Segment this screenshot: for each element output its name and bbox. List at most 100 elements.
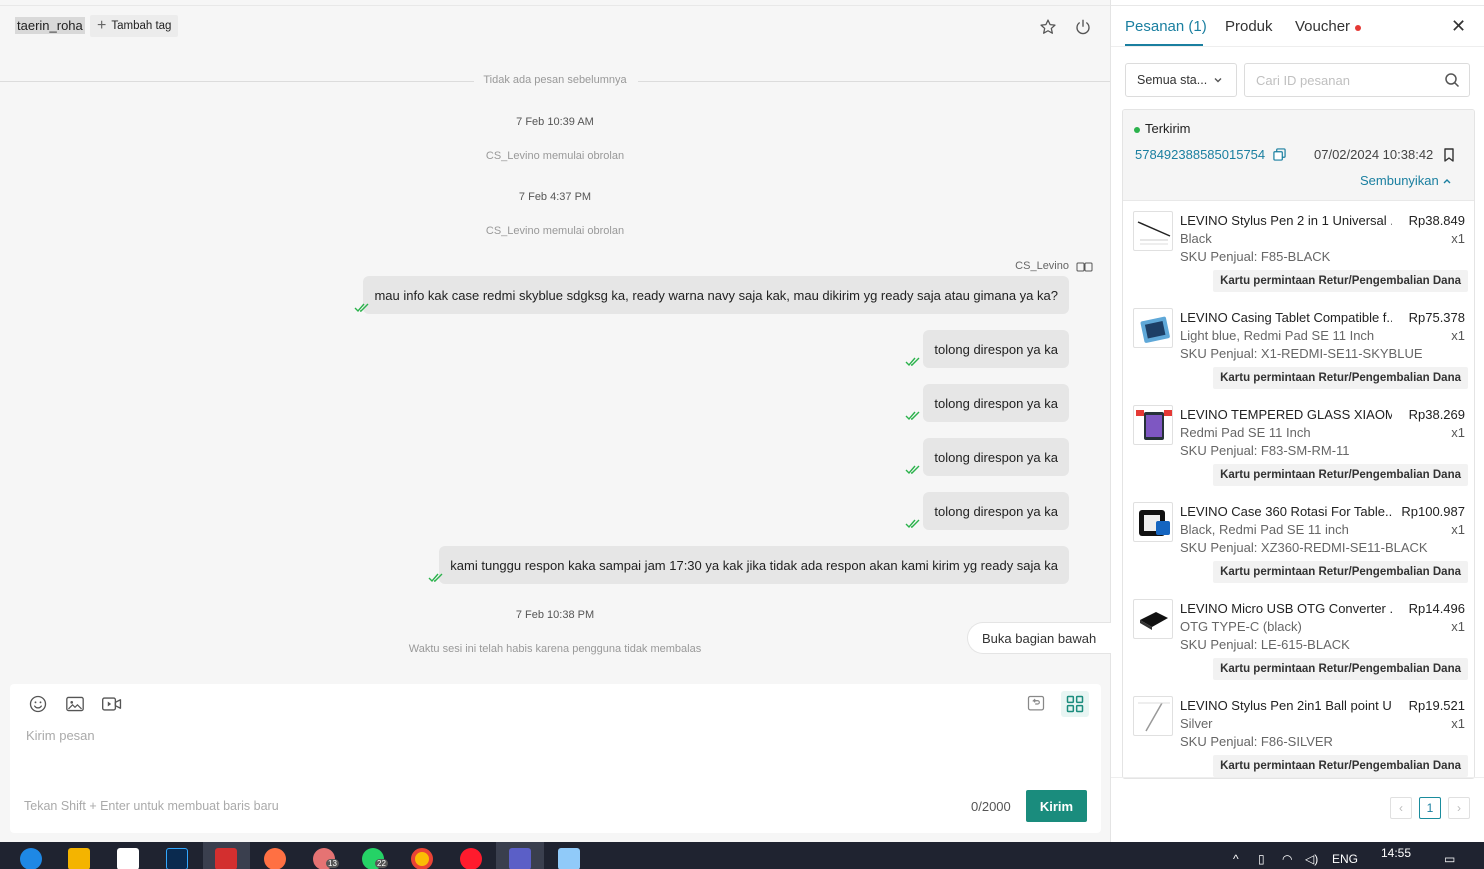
- chat-header: taerin_roha + Tambah tag: [0, 6, 1110, 48]
- product-variant: Black, Redmi Pad SE 11 inch: [1180, 522, 1349, 537]
- message-input[interactable]: Kirim pesan: [26, 728, 95, 743]
- opera-icon[interactable]: [460, 848, 482, 869]
- status-filter-value: Semua sta...: [1137, 73, 1208, 87]
- chrome-icon[interactable]: [411, 848, 433, 869]
- message-bubble: mau info kak case redmi skyblue sdgksg k…: [363, 276, 1069, 314]
- product-variant: Light blue, Redmi Pad SE 11 Inch: [1180, 328, 1375, 343]
- notification-badge: 13: [326, 859, 339, 868]
- search-icon[interactable]: [1444, 72, 1460, 88]
- order-header: Terkirim 578492388585015754 07/02/2024 1…: [1123, 110, 1474, 201]
- order-item[interactable]: LEVINO Casing Tablet Compatible f... Rp7…: [1123, 308, 1474, 405]
- firefox-icon[interactable]: [264, 848, 286, 869]
- status-filter-select[interactable]: Semua sta...: [1125, 63, 1237, 97]
- device-icon[interactable]: ▯: [1258, 852, 1265, 866]
- next-page-button[interactable]: ›: [1448, 797, 1470, 819]
- tab-products[interactable]: Produk: [1225, 18, 1273, 35]
- order-item[interactable]: LEVINO Micro USB OTG Converter ... Rp14.…: [1123, 599, 1474, 696]
- message-composer: Kirim pesan Tekan Shift + Enter untuk me…: [10, 684, 1101, 833]
- message-bubble: tolong direspon ya ka: [923, 384, 1069, 422]
- store-icon[interactable]: [117, 848, 139, 869]
- wifi-icon[interactable]: ◠: [1282, 852, 1292, 866]
- product-variant: Black: [1180, 231, 1212, 246]
- product-price: Rp14.496: [1408, 601, 1465, 616]
- video-icon[interactable]: [100, 693, 124, 715]
- send-button[interactable]: Kirim: [1026, 790, 1087, 822]
- order-status: Terkirim: [1145, 121, 1191, 136]
- product-quantity: x1: [1451, 425, 1465, 440]
- power-icon[interactable]: [1073, 17, 1093, 37]
- timestamp: 7 Feb 4:37 PM: [518, 191, 592, 203]
- read-check-icon: [905, 465, 920, 475]
- product-sku: SKU Penjual: LE-615-BLACK: [1180, 637, 1350, 652]
- product-price: Rp100.987: [1401, 504, 1465, 519]
- product-thumbnail: [1133, 308, 1173, 348]
- file-explorer-icon[interactable]: [68, 848, 90, 869]
- hide-details-link[interactable]: Sembunyikan: [1360, 173, 1452, 188]
- language-indicator[interactable]: ENG: [1332, 852, 1358, 866]
- app-icon[interactable]: [558, 848, 580, 869]
- product-price: Rp38.269: [1408, 407, 1465, 422]
- order-item[interactable]: LEVINO Case 360 Rotasi For Table... Rp10…: [1123, 502, 1474, 599]
- product-thumbnail: [1133, 405, 1173, 445]
- product-name: LEVINO Case 360 Rotasi For Table...: [1180, 504, 1392, 519]
- product-sku: SKU Penjual: X1-REDMI-SE11-SKYBLUE: [1180, 346, 1423, 361]
- voucher-notification-dot: [1355, 25, 1361, 31]
- close-icon[interactable]: ✕: [1451, 16, 1466, 37]
- photoshop-icon[interactable]: [166, 848, 188, 869]
- return-request-button[interactable]: Kartu permintaan Retur/Pengembalian Dana: [1213, 270, 1468, 292]
- return-request-button[interactable]: Kartu permintaan Retur/Pengembalian Dana: [1213, 561, 1468, 583]
- quick-reply-icon[interactable]: [1024, 693, 1048, 715]
- return-request-button[interactable]: Kartu permintaan Retur/Pengembalian Dana: [1213, 464, 1468, 486]
- order-search-placeholder: Cari ID pesanan: [1256, 72, 1350, 88]
- order-item[interactable]: LEVINO Stylus Pen 2in1 Ball point U... R…: [1123, 696, 1474, 778]
- order-item[interactable]: LEVINO TEMPERED GLASS XIAOMI... Rp38.269…: [1123, 405, 1474, 502]
- status-dot: [1134, 127, 1140, 133]
- product-name: LEVINO TEMPERED GLASS XIAOMI...: [1180, 407, 1392, 422]
- notification-icon[interactable]: ▭: [1444, 852, 1455, 866]
- edge-icon[interactable]: [20, 848, 42, 869]
- read-check-icon: [905, 519, 920, 529]
- order-card: Terkirim 578492388585015754 07/02/2024 1…: [1122, 109, 1475, 779]
- volume-icon[interactable]: ◁): [1305, 852, 1318, 866]
- order-item[interactable]: LEVINO Stylus Pen 2 in 1 Universal ... R…: [1123, 211, 1474, 308]
- order-search-input[interactable]: Cari ID pesanan: [1244, 63, 1470, 97]
- bookmark-icon[interactable]: [1443, 148, 1455, 162]
- add-tag-button[interactable]: + Tambah tag: [90, 15, 179, 37]
- clock[interactable]: 14:55: [1381, 846, 1411, 860]
- grid-apps-icon[interactable]: [1061, 691, 1089, 717]
- star-icon[interactable]: [1038, 17, 1058, 37]
- copy-icon[interactable]: [1273, 148, 1286, 161]
- product-variant: Silver: [1180, 716, 1213, 731]
- order-id[interactable]: 578492388585015754: [1135, 147, 1265, 162]
- emoji-icon[interactable]: [26, 693, 50, 715]
- system-event: CS_Levino memulai obrolan: [485, 225, 625, 237]
- pdf-reader-icon[interactable]: [215, 848, 237, 869]
- product-quantity: x1: [1451, 716, 1465, 731]
- return-request-button[interactable]: Kartu permintaan Retur/Pengembalian Dana: [1213, 367, 1468, 389]
- tab-vouchers[interactable]: Voucher: [1295, 18, 1350, 35]
- order-date: 07/02/2024 10:38:42: [1314, 147, 1434, 162]
- image-icon[interactable]: [63, 693, 87, 715]
- tab-orders[interactable]: Pesanan (1): [1125, 18, 1207, 35]
- message-bubble: kami tunggu respon kaka sampai jam 17:30…: [439, 546, 1069, 584]
- plus-icon: +: [97, 17, 107, 34]
- return-request-button[interactable]: Kartu permintaan Retur/Pengembalian Dana: [1213, 755, 1468, 777]
- order-panel: Pesanan (1) Produk Voucher ✕ Semua sta..…: [1111, 0, 1484, 842]
- current-page[interactable]: 1: [1419, 797, 1441, 819]
- app-window: taerin_roha + Tambah tag Tidak ada pesan…: [0, 0, 1484, 869]
- prev-page-button[interactable]: ‹: [1390, 797, 1412, 819]
- product-name: LEVINO Casing Tablet Compatible f...: [1180, 310, 1392, 325]
- system-event: CS_Levino memulai obrolan: [485, 150, 625, 162]
- add-tag-label: Tambah tag: [111, 20, 172, 32]
- chat-username[interactable]: taerin_roha: [15, 17, 85, 34]
- chevron-up-icon[interactable]: ^: [1233, 852, 1239, 866]
- teams-icon[interactable]: [509, 848, 531, 869]
- jump-to-bottom-button[interactable]: Buka bagian bawah: [967, 622, 1111, 654]
- chat-panel: taerin_roha + Tambah tag Tidak ada pesan…: [0, 0, 1111, 842]
- session-expired-note: Waktu sesi ini telah habis karena penggu…: [408, 643, 702, 655]
- notification-badge: 22: [375, 859, 388, 868]
- char-counter: 0/2000: [971, 799, 1011, 814]
- timestamp: 7 Feb 10:39 AM: [516, 116, 594, 128]
- read-check-icon: [354, 303, 369, 313]
- return-request-button[interactable]: Kartu permintaan Retur/Pengembalian Dana: [1213, 658, 1468, 680]
